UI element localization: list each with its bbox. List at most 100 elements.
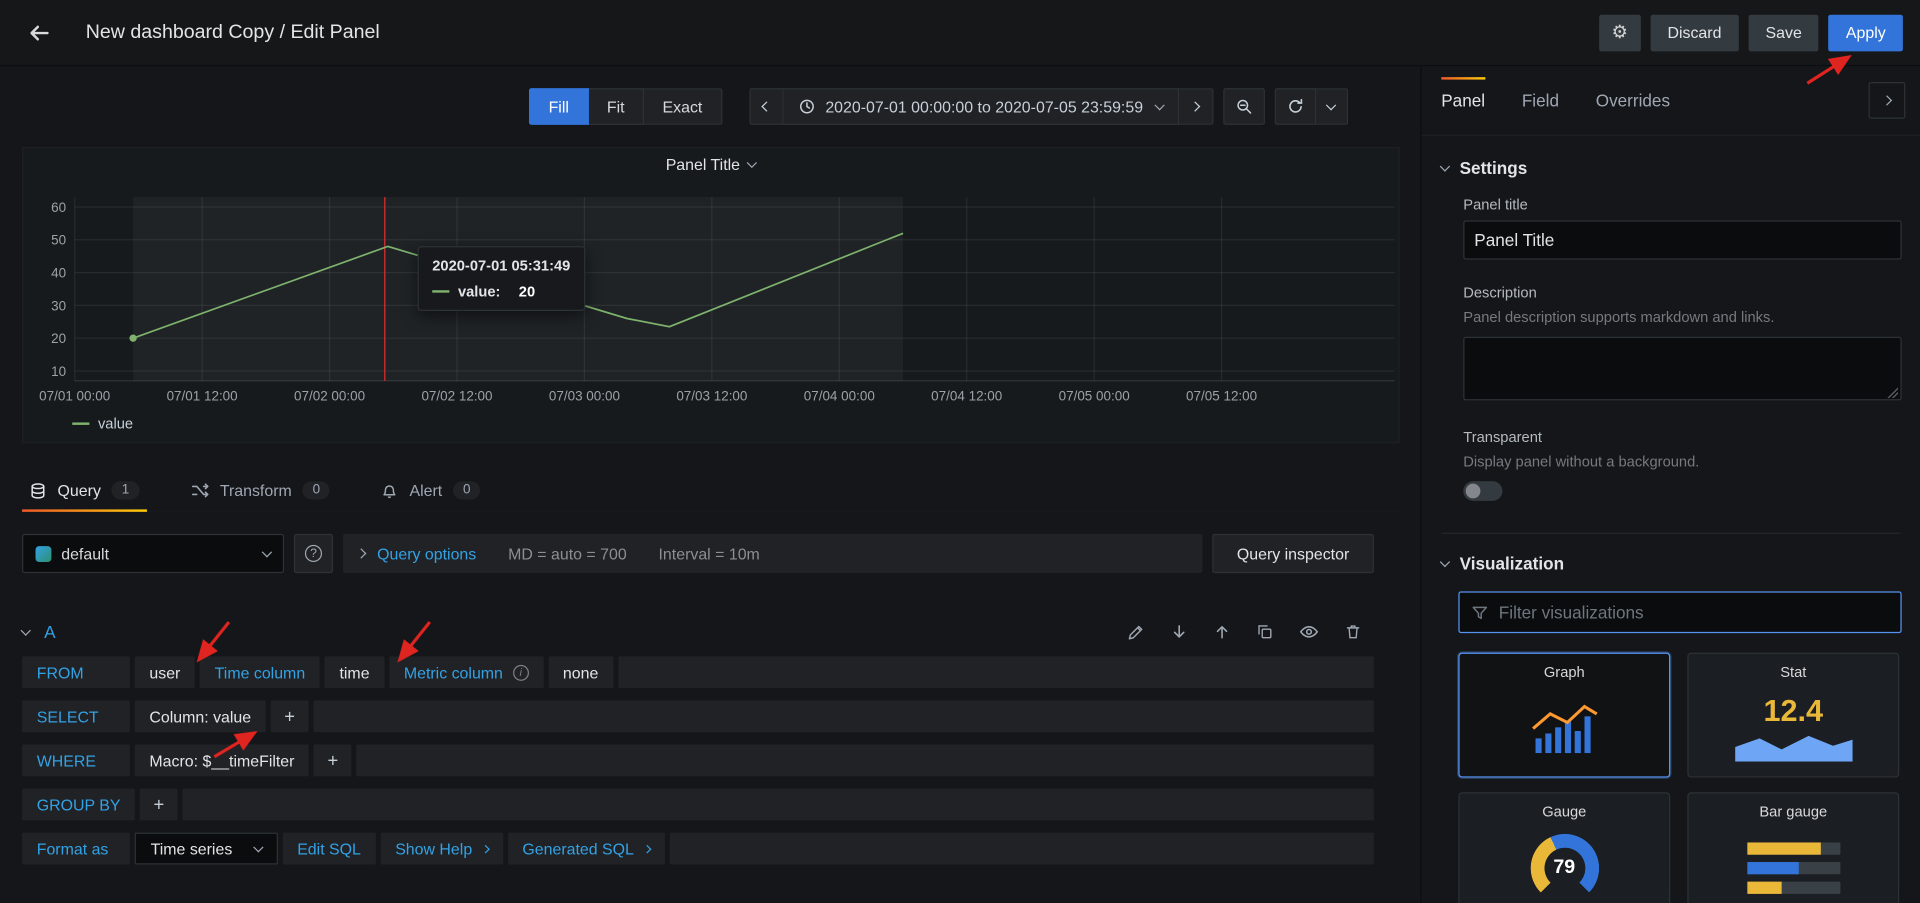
segment-time-column[interactable]: Time column <box>200 656 320 688</box>
segment-time[interactable]: time <box>325 656 384 688</box>
segment-label: time <box>339 663 369 681</box>
tab-transform[interactable]: Transform0 <box>183 470 337 510</box>
viz-grid: GraphStat12.4Gauge79Bar gauge <box>1458 653 1899 903</box>
segment-time-series[interactable]: Time series <box>135 833 278 865</box>
arrow-up-icon[interactable] <box>1213 623 1230 640</box>
visualization-section-header[interactable]: Visualization <box>1441 553 1900 573</box>
time-range-picker[interactable]: 2020-07-01 00:00:00 to 2020-07-05 23:59:… <box>784 88 1179 125</box>
info-icon: i <box>513 664 529 680</box>
back-button[interactable] <box>17 10 61 54</box>
query-row-select: SELECT Column: value+ <box>22 700 1374 732</box>
chevron-right-icon <box>356 548 366 558</box>
viz-card-stat[interactable]: Stat12.4 <box>1687 653 1899 778</box>
tab-alert[interactable]: Alert0 <box>374 470 488 510</box>
segment-user[interactable]: user <box>135 656 195 688</box>
tab-field[interactable]: Field <box>1522 87 1559 114</box>
segment-metric-column[interactable]: Metric columni <box>389 656 543 688</box>
refresh-button[interactable] <box>1274 88 1316 125</box>
description-textarea[interactable] <box>1463 337 1901 401</box>
tab-query[interactable]: Query1 <box>22 470 146 510</box>
segment-select[interactable]: SELECT <box>22 700 130 732</box>
segment-macro-timefilter[interactable]: Macro: $__timeFilter <box>135 744 309 776</box>
trash-icon[interactable] <box>1345 623 1362 640</box>
graph-panel: Panel Title 10203040506007/01 00:0007/01… <box>22 147 1400 443</box>
gauge-preview-value: 79 <box>1530 834 1599 903</box>
size-mode-fit[interactable]: Fit <box>589 88 645 125</box>
filter-visualizations-input[interactable]: Filter visualizations <box>1458 591 1901 633</box>
pencil-icon[interactable] <box>1127 623 1145 641</box>
transparent-hint: Display panel without a background. <box>1463 453 1900 470</box>
segment-label: GROUP BY <box>37 795 121 813</box>
segment-label: + <box>328 750 339 771</box>
panel-title-label: Panel title <box>1463 196 1900 213</box>
segment-generated-sql[interactable]: Generated SQL <box>508 833 665 865</box>
query-row-where: WHEREMacro: $__timeFilter + <box>22 744 1374 776</box>
segment-[interactable]: + <box>314 744 352 776</box>
graph-preview-icon <box>1460 681 1669 777</box>
stat-preview-value: 12.4 <box>1763 696 1823 727</box>
query-ref-header: A <box>22 615 1374 649</box>
settings-section-header[interactable]: Settings <box>1441 158 1900 178</box>
page-title: New dashboard Copy / Edit Panel <box>86 21 380 43</box>
segment-[interactable]: + <box>140 789 178 821</box>
query-ref-id[interactable]: A <box>44 622 55 642</box>
time-shift-forward-button[interactable] <box>1179 88 1213 125</box>
viz-card-bar-gauge[interactable]: Bar gauge <box>1687 792 1899 903</box>
question-icon: ? <box>305 545 322 562</box>
viz-card-gauge[interactable]: Gauge79 <box>1458 792 1670 903</box>
arrow-left-icon <box>28 21 50 43</box>
eye-icon[interactable] <box>1299 622 1319 642</box>
segment-group-by[interactable]: GROUP BY <box>22 789 135 821</box>
filter-placeholder: Filter visualizations <box>1499 602 1644 622</box>
datasource-picker[interactable]: default <box>22 534 284 573</box>
visualization-title: Visualization <box>1460 553 1564 573</box>
panel-title-menu[interactable]: Panel Title <box>23 148 1398 180</box>
time-series-chart[interactable]: 10203040506007/01 00:0007/01 12:0007/02 … <box>23 148 1398 442</box>
segment-label: Edit SQL <box>297 839 361 857</box>
save-button[interactable]: Save <box>1748 14 1819 51</box>
tab-overrides[interactable]: Overrides <box>1596 87 1670 114</box>
apply-button[interactable]: Apply <box>1829 14 1903 51</box>
segment-[interactable]: + <box>271 700 309 732</box>
zoom-out-button[interactable] <box>1223 88 1265 125</box>
chart-legend-item[interactable]: value <box>72 415 133 432</box>
segment-edit-sql[interactable]: Edit SQL <box>282 833 375 865</box>
segment-format-as[interactable]: Format as <box>22 833 130 865</box>
collapse-query-icon[interactable] <box>21 625 31 635</box>
x-tick-label: 07/04 12:00 <box>931 388 1002 403</box>
arrow-down-icon[interactable] <box>1171 623 1188 640</box>
query-options-bar: Query options MD = auto = 700 Interval =… <box>343 534 1203 573</box>
tab-panel[interactable]: Panel <box>1441 87 1485 114</box>
segment-label: SELECT <box>37 707 99 725</box>
segment-from[interactable]: FROM <box>22 656 130 688</box>
datasource-logo-icon <box>36 546 52 562</box>
discard-button[interactable]: Discard <box>1650 14 1738 51</box>
collapse-sidebar-button[interactable] <box>1869 82 1906 119</box>
chevron-down-icon <box>1326 99 1336 109</box>
copy-icon[interactable] <box>1256 623 1273 640</box>
segment-show-help[interactable]: Show Help <box>380 833 502 865</box>
chevron-down-icon <box>253 842 263 852</box>
segment-none[interactable]: none <box>548 656 613 688</box>
query-inspector-button[interactable]: Query inspector <box>1212 534 1374 573</box>
datasource-help-button[interactable]: ? <box>294 534 333 573</box>
segment-column-value[interactable]: Column: value <box>135 700 266 732</box>
panel-title-input[interactable] <box>1463 220 1901 259</box>
viz-card-graph[interactable]: Graph <box>1458 653 1670 778</box>
query-row-group-by: GROUP BY + <box>22 789 1374 821</box>
chevron-down-icon <box>262 546 272 556</box>
refresh-icon <box>1286 98 1303 115</box>
x-tick-label: 07/05 00:00 <box>1059 388 1130 403</box>
refresh-interval-dropdown[interactable] <box>1316 88 1348 125</box>
gauge-preview-icon: 79 <box>1460 820 1669 903</box>
bargauge-preview-icon <box>1689 820 1898 903</box>
size-mode-exact[interactable]: Exact <box>644 88 722 125</box>
dashboard-settings-button[interactable]: ⚙ <box>1599 14 1641 51</box>
segment-where[interactable]: WHERE <box>22 744 130 776</box>
time-shift-back-button[interactable] <box>749 88 783 125</box>
query-options-toggle[interactable]: Query options <box>377 544 476 562</box>
segment-label: Generated SQL <box>522 839 634 857</box>
size-mode-fill[interactable]: Fill <box>529 88 589 125</box>
transparent-toggle[interactable] <box>1463 481 1502 501</box>
chart-tooltip: 2020-07-01 05:31:49 value: 20 <box>418 246 585 311</box>
